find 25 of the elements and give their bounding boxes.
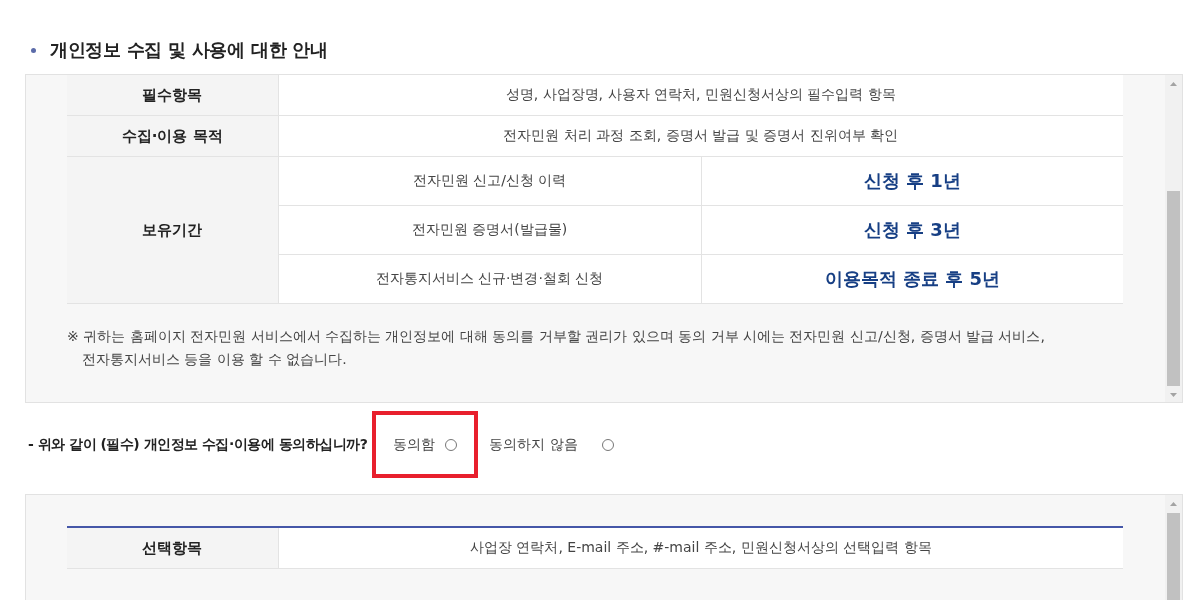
table-cell: 사업장 연락처, E-mail 주소, #-mail 주소, 민원신청서상의 선택입력 항목 [278,527,1123,569]
radio-button[interactable] [601,438,614,451]
consent-question: - 위와 같이 (필수) 개인정보 수집·이용에 동의하십니까? [28,435,368,454]
notice-text: ※ 귀하는 홈페이지 전자민원 서비스에서 수집하는 개인정보에 대해 동의를 거부할 권리가 있으며 동의 거부 시에는 전자민원 신고/신청, 증명서 발급 서비스, 전자통지서비스 등을 이용 할 수 없습니다. [67,327,1046,369]
scroll-down-icon[interactable] [1170,392,1177,397]
scroll-up-icon[interactable] [1170,81,1177,86]
table-cell: 전자민원 신고/신청 이력 [278,156,701,206]
consent-option[interactable]: 동의함 [393,435,458,454]
bullet-icon [31,47,36,53]
retention-period: 신청 후 1년 [701,156,1123,206]
row-heading: 선택항목 [67,527,278,569]
row-heading: 필수항목 [67,75,278,116]
retention-period: 신청 후 3년 [701,205,1123,255]
row-heading: 보유기간 [67,156,278,304]
retention-period: 이용목적 종료 후 5년 [701,254,1123,304]
radio-button[interactable] [445,438,458,451]
table-cell: 전자민원 처리 과정 조회, 증명서 발급 및 증명서 진위여부 확인 [278,115,1123,157]
table-cell: 전자민원 증명서(발급물) [278,205,701,255]
consent-option[interactable]: 동의하지 않음 [489,435,614,454]
scroll-up-icon[interactable] [1170,501,1177,506]
row-heading: 수집·이용 목적 [67,115,278,157]
scrollbar-thumb[interactable] [1167,191,1180,386]
section-title: 개인정보 수집 및 사용에 대한 안내 [50,38,328,62]
table-cell: 성명, 사업장명, 사용자 연락처, 민원신청서상의 필수입력 항목 [278,75,1123,116]
table-cell: 전자통지서비스 신규·변경·철회 신청 [278,254,701,304]
